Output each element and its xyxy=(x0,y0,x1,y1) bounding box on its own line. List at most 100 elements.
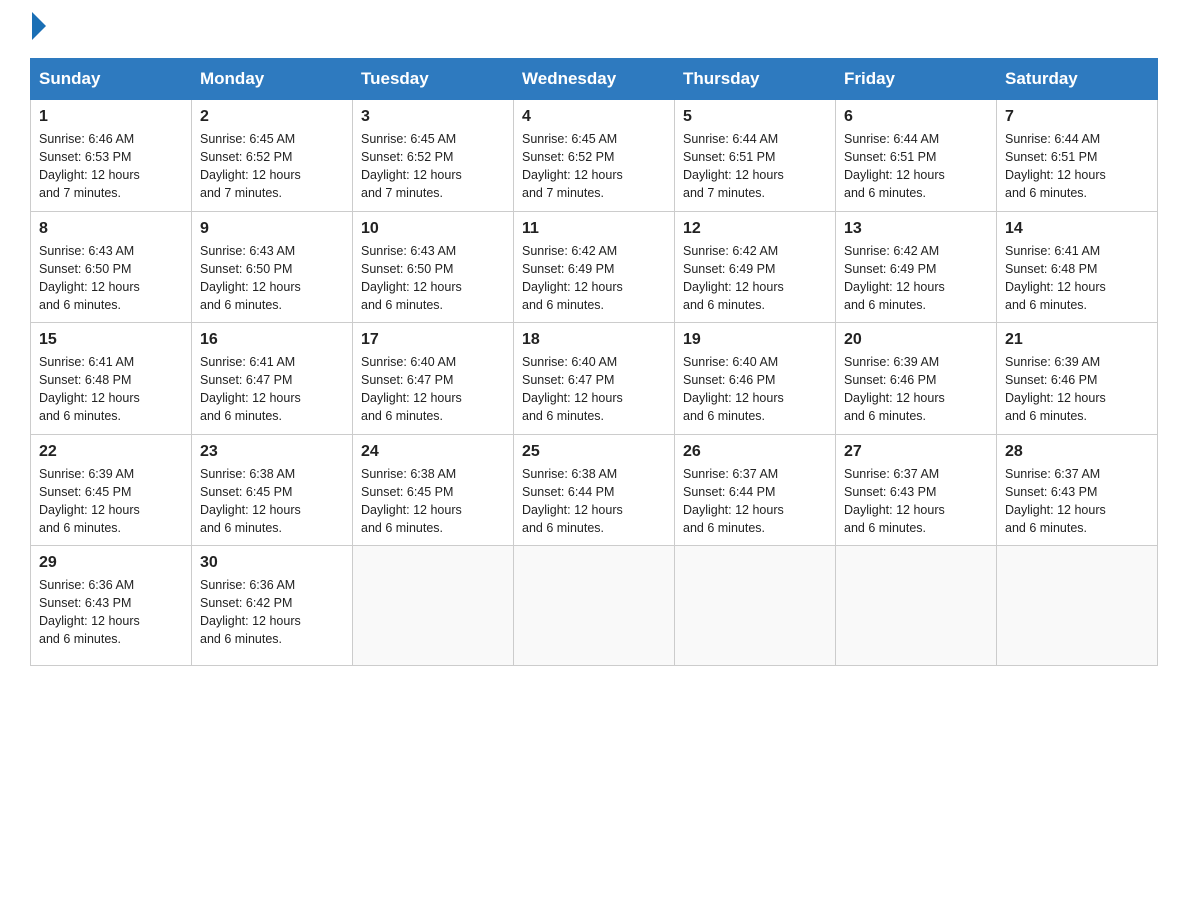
column-header-wednesday: Wednesday xyxy=(514,59,675,100)
day-number: 16 xyxy=(200,331,344,349)
day-number: 26 xyxy=(683,443,827,461)
day-info: Sunrise: 6:44 AMSunset: 6:51 PMDaylight:… xyxy=(1005,132,1106,200)
day-number: 23 xyxy=(200,443,344,461)
day-number: 4 xyxy=(522,108,666,126)
column-header-friday: Friday xyxy=(836,59,997,100)
calendar-cell xyxy=(997,546,1158,666)
day-info: Sunrise: 6:43 AMSunset: 6:50 PMDaylight:… xyxy=(361,244,462,312)
calendar-table: SundayMondayTuesdayWednesdayThursdayFrid… xyxy=(30,58,1158,666)
day-info: Sunrise: 6:39 AMSunset: 6:45 PMDaylight:… xyxy=(39,467,140,535)
day-number: 13 xyxy=(844,220,988,238)
calendar-cell: 17 Sunrise: 6:40 AMSunset: 6:47 PMDaylig… xyxy=(353,323,514,435)
calendar-cell: 7 Sunrise: 6:44 AMSunset: 6:51 PMDayligh… xyxy=(997,100,1158,212)
calendar-cell: 13 Sunrise: 6:42 AMSunset: 6:49 PMDaylig… xyxy=(836,211,997,323)
day-info: Sunrise: 6:45 AMSunset: 6:52 PMDaylight:… xyxy=(361,132,462,200)
day-info: Sunrise: 6:40 AMSunset: 6:46 PMDaylight:… xyxy=(683,355,784,423)
calendar-cell xyxy=(675,546,836,666)
day-info: Sunrise: 6:38 AMSunset: 6:44 PMDaylight:… xyxy=(522,467,623,535)
calendar-body: 1 Sunrise: 6:46 AMSunset: 6:53 PMDayligh… xyxy=(31,100,1158,666)
calendar-cell: 22 Sunrise: 6:39 AMSunset: 6:45 PMDaylig… xyxy=(31,434,192,546)
day-number: 7 xyxy=(1005,108,1149,126)
calendar-cell: 3 Sunrise: 6:45 AMSunset: 6:52 PMDayligh… xyxy=(353,100,514,212)
calendar-cell: 21 Sunrise: 6:39 AMSunset: 6:46 PMDaylig… xyxy=(997,323,1158,435)
day-number: 2 xyxy=(200,108,344,126)
day-number: 20 xyxy=(844,331,988,349)
day-number: 22 xyxy=(39,443,183,461)
calendar-cell: 4 Sunrise: 6:45 AMSunset: 6:52 PMDayligh… xyxy=(514,100,675,212)
day-info: Sunrise: 6:37 AMSunset: 6:44 PMDaylight:… xyxy=(683,467,784,535)
calendar-cell xyxy=(836,546,997,666)
day-info: Sunrise: 6:41 AMSunset: 6:48 PMDaylight:… xyxy=(39,355,140,423)
day-number: 15 xyxy=(39,331,183,349)
day-number: 8 xyxy=(39,220,183,238)
day-info: Sunrise: 6:40 AMSunset: 6:47 PMDaylight:… xyxy=(522,355,623,423)
calendar-cell: 11 Sunrise: 6:42 AMSunset: 6:49 PMDaylig… xyxy=(514,211,675,323)
calendar-cell: 14 Sunrise: 6:41 AMSunset: 6:48 PMDaylig… xyxy=(997,211,1158,323)
day-number: 10 xyxy=(361,220,505,238)
calendar-cell: 26 Sunrise: 6:37 AMSunset: 6:44 PMDaylig… xyxy=(675,434,836,546)
calendar-cell: 20 Sunrise: 6:39 AMSunset: 6:46 PMDaylig… xyxy=(836,323,997,435)
calendar-cell: 15 Sunrise: 6:41 AMSunset: 6:48 PMDaylig… xyxy=(31,323,192,435)
calendar-cell: 28 Sunrise: 6:37 AMSunset: 6:43 PMDaylig… xyxy=(997,434,1158,546)
day-number: 19 xyxy=(683,331,827,349)
logo-arrow-icon xyxy=(32,12,46,40)
calendar-cell: 12 Sunrise: 6:42 AMSunset: 6:49 PMDaylig… xyxy=(675,211,836,323)
calendar-cell: 29 Sunrise: 6:36 AMSunset: 6:43 PMDaylig… xyxy=(31,546,192,666)
day-info: Sunrise: 6:37 AMSunset: 6:43 PMDaylight:… xyxy=(1005,467,1106,535)
day-info: Sunrise: 6:36 AMSunset: 6:42 PMDaylight:… xyxy=(200,578,301,646)
calendar-header-row: SundayMondayTuesdayWednesdayThursdayFrid… xyxy=(31,59,1158,100)
calendar-cell: 2 Sunrise: 6:45 AMSunset: 6:52 PMDayligh… xyxy=(192,100,353,212)
column-header-thursday: Thursday xyxy=(675,59,836,100)
day-info: Sunrise: 6:40 AMSunset: 6:47 PMDaylight:… xyxy=(361,355,462,423)
column-header-sunday: Sunday xyxy=(31,59,192,100)
calendar-cell: 30 Sunrise: 6:36 AMSunset: 6:42 PMDaylig… xyxy=(192,546,353,666)
day-number: 1 xyxy=(39,108,183,126)
calendar-week-2: 8 Sunrise: 6:43 AMSunset: 6:50 PMDayligh… xyxy=(31,211,1158,323)
day-number: 27 xyxy=(844,443,988,461)
day-info: Sunrise: 6:42 AMSunset: 6:49 PMDaylight:… xyxy=(522,244,623,312)
calendar-cell: 24 Sunrise: 6:38 AMSunset: 6:45 PMDaylig… xyxy=(353,434,514,546)
day-number: 21 xyxy=(1005,331,1149,349)
calendar-cell: 6 Sunrise: 6:44 AMSunset: 6:51 PMDayligh… xyxy=(836,100,997,212)
calendar-week-3: 15 Sunrise: 6:41 AMSunset: 6:48 PMDaylig… xyxy=(31,323,1158,435)
day-number: 14 xyxy=(1005,220,1149,238)
calendar-cell: 23 Sunrise: 6:38 AMSunset: 6:45 PMDaylig… xyxy=(192,434,353,546)
calendar-week-1: 1 Sunrise: 6:46 AMSunset: 6:53 PMDayligh… xyxy=(31,100,1158,212)
calendar-cell: 27 Sunrise: 6:37 AMSunset: 6:43 PMDaylig… xyxy=(836,434,997,546)
calendar-cell: 16 Sunrise: 6:41 AMSunset: 6:47 PMDaylig… xyxy=(192,323,353,435)
day-info: Sunrise: 6:45 AMSunset: 6:52 PMDaylight:… xyxy=(200,132,301,200)
day-info: Sunrise: 6:38 AMSunset: 6:45 PMDaylight:… xyxy=(361,467,462,535)
calendar-cell: 8 Sunrise: 6:43 AMSunset: 6:50 PMDayligh… xyxy=(31,211,192,323)
day-number: 25 xyxy=(522,443,666,461)
day-info: Sunrise: 6:42 AMSunset: 6:49 PMDaylight:… xyxy=(683,244,784,312)
calendar-cell: 19 Sunrise: 6:40 AMSunset: 6:46 PMDaylig… xyxy=(675,323,836,435)
calendar-cell: 1 Sunrise: 6:46 AMSunset: 6:53 PMDayligh… xyxy=(31,100,192,212)
day-info: Sunrise: 6:41 AMSunset: 6:47 PMDaylight:… xyxy=(200,355,301,423)
day-number: 28 xyxy=(1005,443,1149,461)
day-info: Sunrise: 6:45 AMSunset: 6:52 PMDaylight:… xyxy=(522,132,623,200)
day-number: 12 xyxy=(683,220,827,238)
logo xyxy=(30,20,46,40)
day-number: 30 xyxy=(200,554,344,572)
day-number: 29 xyxy=(39,554,183,572)
calendar-cell: 9 Sunrise: 6:43 AMSunset: 6:50 PMDayligh… xyxy=(192,211,353,323)
calendar-cell xyxy=(353,546,514,666)
calendar-cell: 25 Sunrise: 6:38 AMSunset: 6:44 PMDaylig… xyxy=(514,434,675,546)
calendar-cell: 18 Sunrise: 6:40 AMSunset: 6:47 PMDaylig… xyxy=(514,323,675,435)
column-header-tuesday: Tuesday xyxy=(353,59,514,100)
day-number: 9 xyxy=(200,220,344,238)
day-number: 18 xyxy=(522,331,666,349)
day-info: Sunrise: 6:43 AMSunset: 6:50 PMDaylight:… xyxy=(39,244,140,312)
column-header-saturday: Saturday xyxy=(997,59,1158,100)
day-info: Sunrise: 6:42 AMSunset: 6:49 PMDaylight:… xyxy=(844,244,945,312)
day-info: Sunrise: 6:44 AMSunset: 6:51 PMDaylight:… xyxy=(683,132,784,200)
calendar-week-4: 22 Sunrise: 6:39 AMSunset: 6:45 PMDaylig… xyxy=(31,434,1158,546)
day-number: 24 xyxy=(361,443,505,461)
day-info: Sunrise: 6:46 AMSunset: 6:53 PMDaylight:… xyxy=(39,132,140,200)
calendar-cell xyxy=(514,546,675,666)
day-number: 5 xyxy=(683,108,827,126)
day-info: Sunrise: 6:36 AMSunset: 6:43 PMDaylight:… xyxy=(39,578,140,646)
day-info: Sunrise: 6:39 AMSunset: 6:46 PMDaylight:… xyxy=(1005,355,1106,423)
day-number: 17 xyxy=(361,331,505,349)
calendar-cell: 10 Sunrise: 6:43 AMSunset: 6:50 PMDaylig… xyxy=(353,211,514,323)
